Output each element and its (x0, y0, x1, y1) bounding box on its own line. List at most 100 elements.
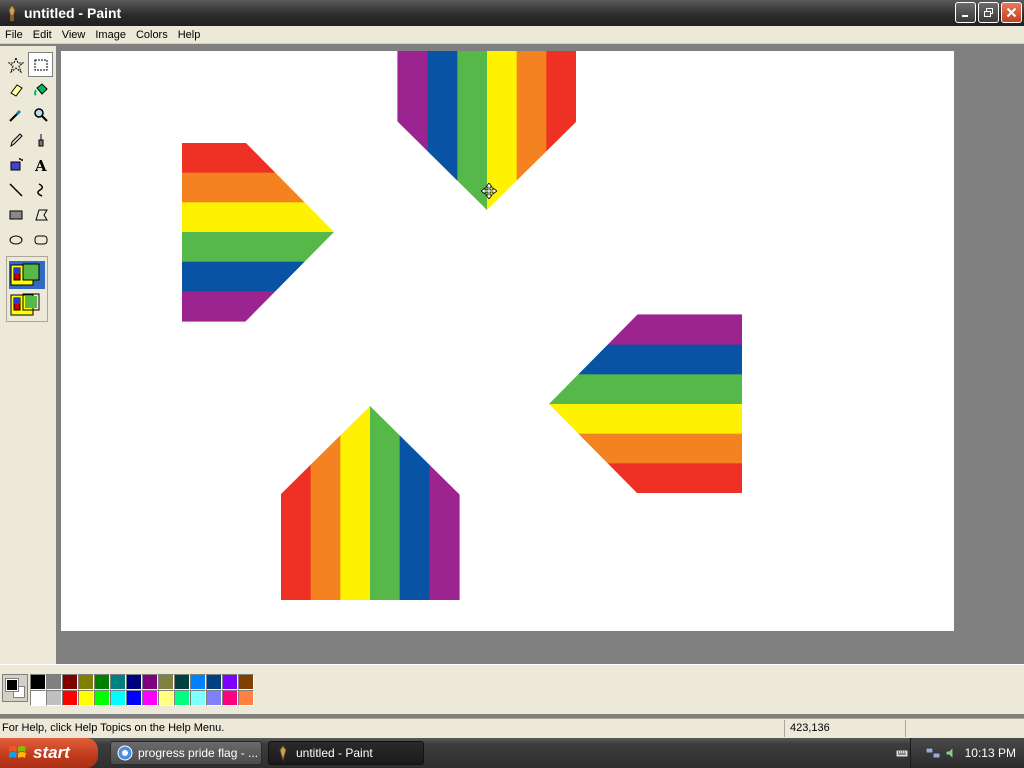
svg-text:A: A (34, 157, 47, 173)
line-tool[interactable] (3, 177, 28, 202)
palette-swatch[interactable] (46, 674, 62, 690)
pencil-icon (9, 132, 23, 147)
cursor-coordinates: 423,136 (784, 720, 904, 737)
palette-swatch[interactable] (142, 690, 158, 706)
menu-file[interactable]: File (0, 29, 28, 41)
palette-swatch[interactable] (110, 690, 126, 706)
airbrush-icon (10, 157, 23, 170)
menu-colors[interactable]: Colors (131, 29, 173, 41)
browser-icon (117, 745, 133, 761)
menu-help[interactable]: Help (173, 29, 206, 41)
magnifier-icon (33, 107, 48, 122)
magnifier-tool[interactable] (28, 102, 53, 127)
palette-swatch[interactable] (78, 690, 94, 706)
close-button[interactable] (1001, 2, 1022, 23)
palette-swatch[interactable] (94, 690, 110, 706)
rounded-rectangle-tool[interactable] (28, 227, 53, 252)
taskbar-item-browser[interactable]: progress pride flag - ... (110, 741, 262, 765)
keyboard-icon (895, 749, 909, 758)
minimize-button[interactable] (955, 2, 976, 23)
color-palette (30, 674, 254, 706)
palette-swatch[interactable] (110, 674, 126, 690)
palette-swatch[interactable] (238, 690, 254, 706)
windows-logo-icon (9, 746, 26, 758)
palette-swatch[interactable] (142, 674, 158, 690)
palette-swatch[interactable] (222, 690, 238, 706)
fill-tool[interactable] (28, 77, 53, 102)
title-bar: untitled - Paint (0, 0, 1024, 26)
free-form-select-tool[interactable] (3, 52, 28, 77)
taskbar-item-paint[interactable]: untitled - Paint (268, 741, 424, 765)
select-tool[interactable] (28, 52, 53, 77)
taskbar-item-label: untitled - Paint (296, 746, 373, 760)
transparent-selection-option[interactable] (9, 291, 45, 319)
palette-swatch[interactable] (62, 674, 78, 690)
palette-swatch[interactable] (30, 674, 46, 690)
rounded-rect-icon (34, 235, 47, 244)
brush-icon (38, 133, 43, 146)
palette-swatch[interactable] (126, 674, 142, 690)
restore-icon (984, 8, 993, 17)
palette-swatch[interactable] (174, 674, 190, 690)
rectangle-icon (9, 210, 22, 219)
menu-view[interactable]: View (57, 29, 91, 41)
palette-swatch[interactable] (190, 674, 206, 690)
rectangle-tool[interactable] (3, 202, 28, 227)
menu-edit[interactable]: Edit (28, 29, 57, 41)
star-select-icon (7, 56, 24, 73)
palette-swatch[interactable] (206, 690, 222, 706)
taskbar-item-label: progress pride flag - ... (138, 746, 259, 760)
ellipse-tool[interactable] (3, 227, 28, 252)
status-panel (905, 720, 1024, 737)
pride-arm-top (397, 51, 577, 299)
text-icon: A (34, 157, 47, 173)
brush-tool[interactable] (28, 127, 53, 152)
pride-arm-left (182, 142, 423, 322)
paint-icon (279, 745, 287, 761)
palette-swatch[interactable] (30, 690, 46, 706)
progress-pride-pinwheel[interactable] (61, 51, 954, 631)
curve-tool[interactable] (28, 177, 53, 202)
airbrush-tool[interactable] (3, 152, 28, 177)
palette-swatch[interactable] (190, 690, 206, 706)
restore-button[interactable] (978, 2, 999, 23)
curve-icon (36, 182, 43, 197)
palette-swatch[interactable] (222, 674, 238, 690)
speaker-icon[interactable] (944, 745, 958, 761)
transparent-selection-icon (10, 293, 40, 316)
palette-swatch[interactable] (206, 674, 222, 690)
opaque-selection-option[interactable] (9, 261, 45, 289)
pencil-tool[interactable] (3, 127, 28, 152)
network-icon[interactable] (925, 745, 941, 761)
palette-swatch[interactable] (174, 690, 190, 706)
current-colors[interactable] (2, 674, 28, 702)
menu-bar: File Edit View Image Colors Help (0, 26, 1024, 44)
minimize-icon (962, 15, 968, 17)
palette-swatch[interactable] (46, 690, 62, 706)
polygon-tool[interactable] (28, 202, 53, 227)
line-icon (8, 182, 23, 197)
rect-select-icon (34, 59, 47, 70)
palette-swatch[interactable] (126, 690, 142, 706)
start-button[interactable]: start (0, 738, 98, 768)
status-help-text: For Help, click Help Topics on the Help … (2, 722, 225, 734)
pride-arm-bottom (280, 317, 460, 600)
palette-swatch[interactable] (78, 674, 94, 690)
eraser-icon (9, 83, 23, 97)
pick-color-tool[interactable] (3, 102, 28, 127)
palette-swatch[interactable] (238, 674, 254, 690)
window-title: untitled - Paint (24, 5, 122, 21)
drawing-canvas[interactable] (61, 51, 954, 631)
eraser-tool[interactable] (3, 77, 28, 102)
palette-swatch[interactable] (94, 674, 110, 690)
clock: 10:13 PM (964, 746, 1016, 760)
text-tool[interactable]: A (28, 152, 53, 177)
start-label: start (33, 743, 70, 762)
menu-image[interactable]: Image (90, 29, 131, 41)
palette-swatch[interactable] (62, 690, 78, 706)
foreground-color (5, 678, 19, 692)
tool-grid: A (3, 52, 53, 252)
palette-swatch[interactable] (158, 674, 174, 690)
palette-swatch[interactable] (158, 690, 174, 706)
system-tray: 10:13 PM (895, 738, 1024, 768)
